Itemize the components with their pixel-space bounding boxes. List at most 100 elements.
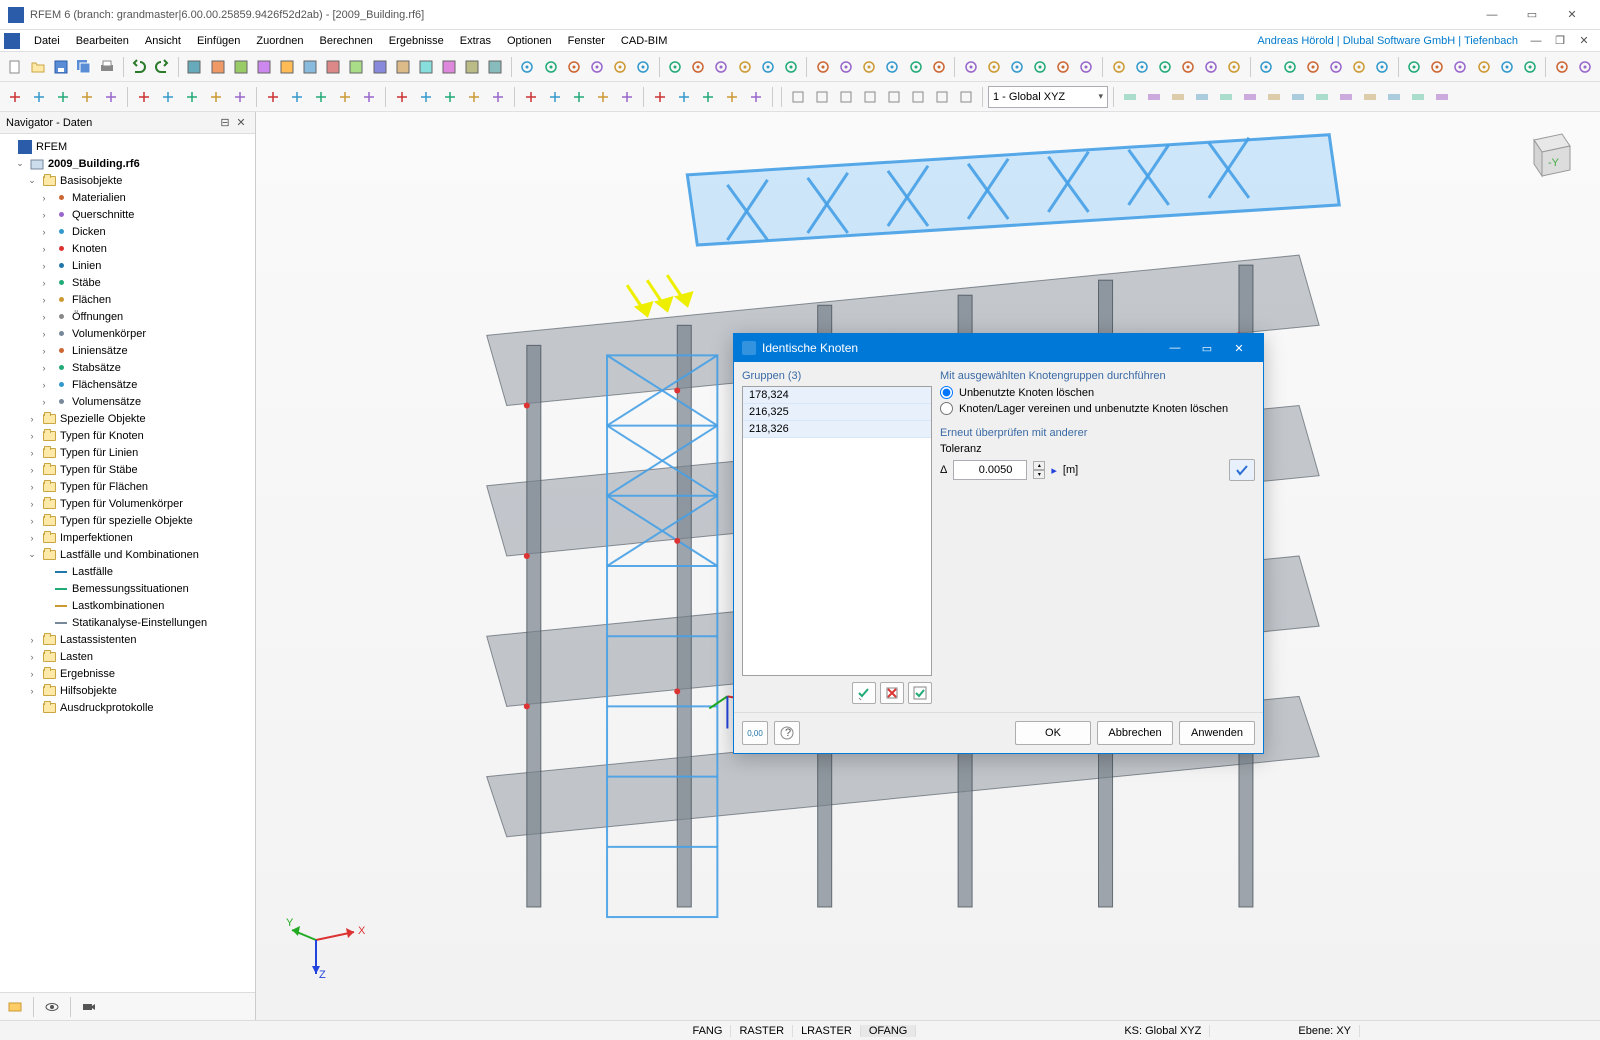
minimize-button[interactable]: — [1472,2,1512,28]
tool1-ext-19[interactable] [983,56,1004,78]
tool1-ext-20[interactable] [1006,56,1027,78]
tool1-ext-5[interactable] [633,56,654,78]
tool2-btn-0[interactable] [4,86,26,108]
coord-system-select[interactable]: 1 - Global XYZ [988,86,1108,108]
snap-fang[interactable]: FANG [684,1025,731,1037]
tool1-ext-1[interactable] [540,56,561,78]
navigator-close-icon[interactable]: ✕ [233,115,249,131]
tool1-ext-34[interactable] [1348,56,1369,78]
deselect-icon[interactable] [880,682,904,704]
new-icon[interactable] [4,56,25,78]
tool2-end-4[interactable] [1215,86,1237,108]
mdi-close-button[interactable]: ✕ [1572,34,1596,47]
tree-lasten[interactable]: ›Lasten [2,648,253,665]
tool1-ext-36[interactable] [1404,56,1425,78]
camera-icon[interactable] [78,996,100,1018]
tool1-ext-2[interactable] [563,56,584,78]
tool2-mid-7[interactable] [955,86,977,108]
tool1-ext-35[interactable] [1372,56,1393,78]
tree-lastassist[interactable]: ›Lastassistenten [2,631,253,648]
tool2-mid-2[interactable] [835,86,857,108]
help-icon[interactable]: ? [774,721,800,745]
tool1-btn-13[interactable] [485,56,506,78]
tool2-btn-3[interactable] [76,86,98,108]
tool2-btn-1[interactable] [28,86,50,108]
view-cube[interactable]: -Y [1520,128,1576,184]
tree-ergebnisse[interactable]: ›Ergebnisse [2,665,253,682]
tool2-btn-24[interactable] [616,86,638,108]
tool2-mid-4[interactable] [883,86,905,108]
tool1-ext-40[interactable] [1496,56,1517,78]
tree-lastfaelle-komb[interactable]: ⌄Lastfälle und Kombinationen [2,546,253,563]
apply-tolerance-button[interactable] [1229,459,1255,481]
tool1-ext-30[interactable] [1256,56,1277,78]
tool2-btn-2[interactable] [52,86,74,108]
user-info[interactable]: Andreas Hörold | Dlubal Software GmbH | … [1251,35,1524,47]
dialog-maximize-button[interactable]: ▭ [1191,336,1223,360]
tool1-ext-7[interactable] [688,56,709,78]
redo-icon[interactable] [152,56,173,78]
tree-ausdruck[interactable]: Ausdruckprotokolle [2,699,253,716]
tree-root[interactable]: RFEM [2,138,253,155]
tree-lk-0[interactable]: Lastfälle [2,563,253,580]
tree-basis-liniensätze[interactable]: ›Liniensätze [2,342,253,359]
tree-typ-staebe[interactable]: ›Typen für Stäbe [2,461,253,478]
menu-bearbeiten[interactable]: Bearbeiten [68,33,137,49]
apply-button[interactable]: Anwenden [1179,721,1255,745]
tool1-ext-39[interactable] [1473,56,1494,78]
list-item[interactable]: 218,326 [743,421,931,438]
tool1-ext-4[interactable] [609,56,630,78]
tree-basis-querschnitte[interactable]: ›Querschnitte [2,206,253,223]
tool2-btn-29[interactable] [745,86,767,108]
tool1-ext-13[interactable] [836,56,857,78]
tool1-btn-3[interactable] [253,56,274,78]
tool1-ext-24[interactable] [1108,56,1129,78]
mdi-restore-button[interactable]: ❐ [1548,34,1572,47]
tool1-btn-9[interactable] [392,56,413,78]
tool2-btn-4[interactable] [100,86,122,108]
mdi-minimize-button[interactable]: — [1524,35,1548,47]
open-icon[interactable] [27,56,48,78]
tool1-ext-22[interactable] [1053,56,1074,78]
tool2-end-11[interactable] [1383,86,1405,108]
tree-project[interactable]: ⌄2009_Building.rf6 [2,155,253,172]
tool2-mid-6[interactable] [931,86,953,108]
tree-basis-knoten[interactable]: ›Knoten [2,240,253,257]
tool1-ext-10[interactable] [757,56,778,78]
snap-ofang[interactable]: OFANG [861,1025,917,1037]
tool2-btn-18[interactable] [463,86,485,108]
menu-berechnen[interactable]: Berechnen [312,33,381,49]
tool1-ext-18[interactable] [960,56,981,78]
tool2-btn-12[interactable] [310,86,332,108]
tool1-ext-9[interactable] [734,56,755,78]
tool1-btn-8[interactable] [369,56,390,78]
tree-basis-materialien[interactable]: ›Materialien [2,189,253,206]
tree-typ-spez[interactable]: ›Typen für spezielle Objekte [2,512,253,529]
tree-basis-flächen[interactable]: ›Flächen [2,291,253,308]
tool1-ext-32[interactable] [1302,56,1323,78]
navigator-dock-icon[interactable]: ⊟ [217,115,233,131]
tool1-ext-11[interactable] [780,56,801,78]
tree-basis-linien[interactable]: ›Linien [2,257,253,274]
units-icon[interactable]: 0,00 [742,721,768,745]
tool2-btn-19[interactable] [487,86,509,108]
tool1-btn-2[interactable] [230,56,251,78]
tool1-btn-1[interactable] [207,56,228,78]
tool2-end-7[interactable] [1287,86,1309,108]
tool1-btn-6[interactable] [323,56,344,78]
tool2-btn-7[interactable] [181,86,203,108]
menu-extras[interactable]: Extras [452,33,499,49]
tool1-ext-31[interactable] [1279,56,1300,78]
ok-button[interactable]: OK [1015,721,1091,745]
tool2-mid-0[interactable] [787,86,809,108]
save-icon[interactable] [50,56,71,78]
tree-imperf[interactable]: ›Imperfektionen [2,529,253,546]
tool2-btn-25[interactable] [649,86,671,108]
snap-raster[interactable]: RASTER [731,1025,793,1037]
tool1-ext-26[interactable] [1154,56,1175,78]
tree-typ-volumen[interactable]: ›Typen für Volumenkörper [2,495,253,512]
tool1-btn-10[interactable] [415,56,436,78]
tree-basis-volumensätze[interactable]: ›Volumensätze [2,393,253,410]
tool2-btn-16[interactable] [415,86,437,108]
tool2-end-2[interactable] [1167,86,1189,108]
